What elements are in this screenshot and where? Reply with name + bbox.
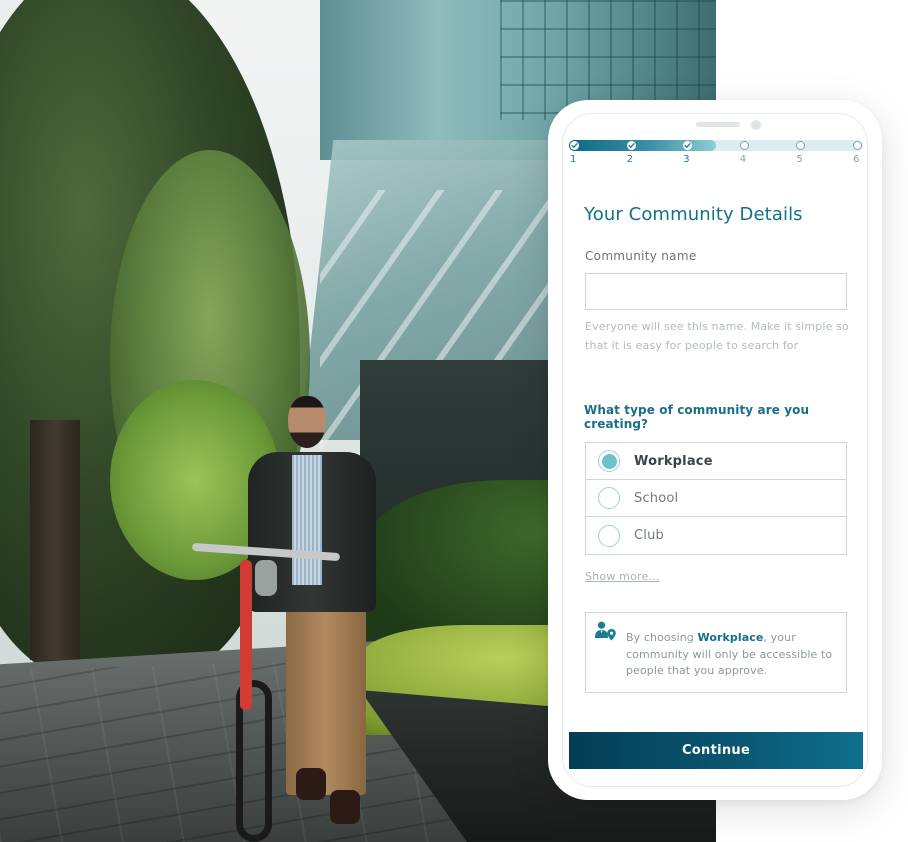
community-type-question: What type of community are you creating?: [584, 403, 810, 431]
option-club[interactable]: Club: [586, 517, 846, 554]
community-type-options: Workplace School Club: [585, 442, 847, 555]
community-name-label: Community name: [585, 249, 697, 263]
user-location-icon: [595, 621, 617, 641]
option-label: Club: [634, 528, 664, 543]
step-number: 3: [683, 154, 690, 165]
option-workplace[interactable]: Workplace: [586, 443, 846, 480]
page-title: Your Community Details: [584, 204, 803, 225]
radio-button[interactable]: [598, 487, 620, 509]
step-complete-check-icon: [570, 141, 579, 150]
step-pending-icon: [739, 141, 749, 150]
phone-screen: 1 2 3 4 5 6 Your Community Details Community …: [562, 113, 868, 787]
radio-selected-dot: [601, 453, 617, 469]
option-school[interactable]: School: [586, 480, 846, 517]
person-trousers: [286, 585, 366, 795]
bicycle-frame: [240, 560, 252, 710]
stepper-progress-fill: [569, 140, 716, 151]
person-shirt: [292, 455, 322, 585]
progress-stepper: 1 2 3 4 5 6: [569, 139, 863, 169]
phone-camera: [751, 120, 761, 130]
person-head: [288, 396, 326, 448]
community-name-hint: Everyone will see this name. Make it sim…: [585, 320, 849, 352]
step-number: 6: [853, 154, 860, 165]
radio-button[interactable]: [598, 524, 620, 547]
step-pending-icon: [853, 141, 862, 150]
info-text: By choosing Workplace, your community wi…: [626, 630, 836, 680]
continue-button[interactable]: Continue: [569, 732, 863, 769]
person-shoe: [296, 768, 326, 800]
step-number: 4: [739, 154, 747, 165]
step-number: 2: [626, 154, 633, 165]
community-name-input[interactable]: [585, 273, 847, 310]
phone-speaker: [696, 122, 740, 127]
info-text-highlight: Workplace: [697, 631, 764, 644]
phone-frame: 1 2 3 4 5 6 Your Community Details Community …: [548, 100, 882, 800]
info-box: By choosing Workplace, your community wi…: [585, 612, 847, 693]
tree-trunk: [30, 420, 80, 660]
step-complete-check-icon: [683, 141, 693, 150]
option-label: Workplace: [634, 453, 713, 469]
option-label: School: [634, 490, 679, 506]
step-complete-check-icon: [626, 141, 636, 150]
person-shoe: [330, 790, 360, 824]
step-number: 1: [570, 154, 577, 165]
info-text-prefix: By choosing: [626, 631, 698, 644]
bicycle-lamp: [255, 560, 277, 596]
radio-button[interactable]: [598, 450, 620, 472]
step-number: 5: [796, 154, 803, 165]
show-more-link[interactable]: Show more...: [585, 570, 660, 583]
